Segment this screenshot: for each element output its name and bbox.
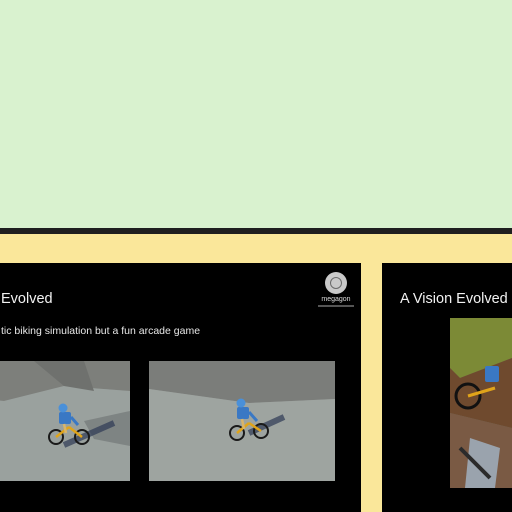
bike-ride-image (0, 361, 130, 481)
screen: Evolved tic biking simulation but a fun … (0, 0, 512, 512)
game-screenshot-1 (0, 361, 130, 481)
bike-ride-image (450, 318, 512, 488)
editor-pane[interactable] (0, 0, 512, 228)
bike-ride-image (149, 361, 335, 481)
logo-text: megagon (321, 296, 351, 303)
game-screenshot-3 (450, 318, 512, 488)
game-screenshot-2 (149, 361, 335, 481)
slide-subtitle: tic biking simulation but a fun arcade g… (1, 325, 201, 337)
slide-thumbnail-1[interactable]: Evolved tic biking simulation but a fun … (0, 263, 361, 512)
megagon-logo: megagon (318, 272, 354, 314)
logo-underline (318, 305, 354, 307)
slide-title: Evolved (1, 291, 53, 307)
slide-thumbnail-2[interactable]: A Vision Evolved (382, 263, 512, 512)
megagon-logo-icon (325, 272, 347, 294)
slide-title: A Vision Evolved (400, 291, 508, 307)
